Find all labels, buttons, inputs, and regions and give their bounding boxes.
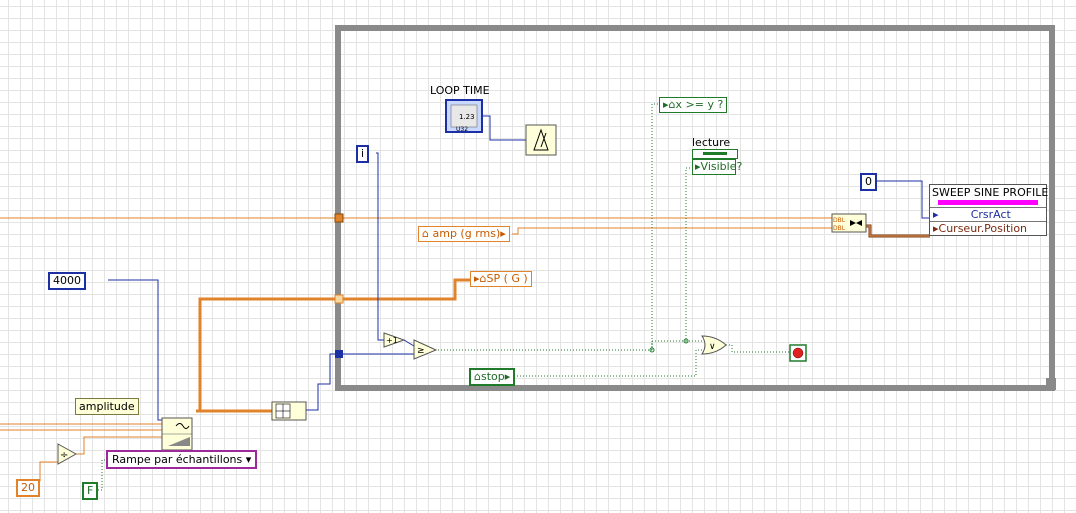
lecture-header-bar (692, 149, 738, 159)
wire-green-lecture (651, 167, 694, 350)
local-icon: ▸⌂ (474, 272, 487, 285)
orange-tunnel-2 (334, 294, 344, 304)
local-icon: ⌂ (474, 370, 481, 383)
ramp-generator-node[interactable] (161, 417, 193, 451)
bundle-tag-1: DBL (833, 217, 846, 224)
orange-tunnel-1 (334, 213, 344, 223)
lecture-green-bar (703, 152, 727, 155)
arrow-icon: ▸ (504, 370, 511, 383)
amp-local-variable[interactable]: ⌂ amp (g rms)▸ (418, 226, 510, 242)
wire-blue-looptime (482, 115, 526, 141)
ramp-ring-value: Rampe par échantillons (112, 453, 243, 466)
local-icon: ▸⌂ (663, 98, 676, 111)
wire-blue-array (306, 353, 414, 411)
increment-node[interactable]: +1 (383, 332, 406, 348)
loop-time-indicator-text: 1.23 (459, 113, 475, 121)
ramp-ring-constant[interactable]: Rampe par échantillons ▾ (106, 450, 258, 469)
zero-constant[interactable]: 0 (860, 173, 877, 191)
svg-text:+1: +1 (386, 336, 398, 345)
loop-time-type-tag: U32 (456, 126, 468, 133)
build-array-node[interactable] (271, 401, 307, 421)
or-node[interactable]: ∨ (701, 335, 727, 355)
local-icon: ⌂ (422, 227, 433, 240)
sweep-sine-property-node[interactable]: SWEEP SINE PROFILE ▸ CrsrAct ▸Curseur.Pos… (929, 184, 1049, 236)
sp-local-label: SP ( G ) (486, 272, 528, 285)
index-terminal[interactable]: i (356, 145, 370, 163)
wire-orange-left-b (0, 420, 163, 425)
svg-text:∨: ∨ (709, 342, 716, 352)
dropdown-arrow-icon: ▾ (242, 453, 252, 466)
wait-ms-node[interactable] (525, 124, 557, 156)
amplitude-label: amplitude (75, 398, 139, 415)
arrow-icon: ▸ (933, 208, 939, 221)
lecture-label: lecture (692, 136, 731, 149)
bundle-node[interactable]: DBL DBL (831, 213, 867, 233)
while-loop-tab-bottom-right (1046, 378, 1056, 390)
amp-local-label: amp (g rms) (432, 227, 501, 240)
sp-local-variable[interactable]: ▸⌂SP ( G ) (470, 271, 532, 287)
lecture-visible-row[interactable]: ▸Visible? (692, 159, 742, 175)
blue-wires (108, 115, 930, 421)
sweep-row-crsract[interactable]: ▸ CrsrAct (930, 207, 1046, 221)
wire-increment-out (403, 339, 415, 347)
svg-text:≥: ≥ (417, 346, 425, 356)
block-diagram-canvas: +1 ≥ ÷ ∨ 1.23 U32 DBL DBL (0, 25, 1056, 491)
arrow-icon: ▸ (500, 227, 506, 240)
sweep-magenta-bar (938, 200, 1038, 205)
wire-green-stop (514, 349, 703, 377)
svg-text:÷: ÷ (60, 450, 68, 461)
sweep-title: SWEEP SINE PROFILE (930, 185, 1049, 200)
lecture-property-node[interactable]: lecture ▸Visible? (692, 136, 742, 175)
compare-local-variable[interactable]: ▸⌂x >= y ? (659, 97, 728, 113)
loop-time-label: LOOP TIME (430, 84, 490, 97)
sweep-row-position[interactable]: ▸Curseur.Position (930, 221, 1046, 235)
wire-blue-i (376, 152, 384, 341)
lecture-visible-label: Visible? (700, 160, 743, 173)
wire-orange-amp (512, 227, 832, 235)
divisor-constant[interactable]: 20 (16, 479, 40, 497)
loop-time-indicator[interactable]: 1.23 U32 (445, 99, 483, 133)
wire-brown-position (866, 224, 930, 238)
false-constant[interactable]: F (82, 482, 99, 500)
sweep-row-position-label: Curseur.Position (938, 222, 1028, 235)
sweep-row-crsract-label: CrsrAct (970, 208, 1011, 221)
stop-local-label: stop (480, 370, 505, 383)
wire-orange-sp (196, 278, 470, 413)
count-constant[interactable]: 4000 (48, 272, 86, 290)
compare-local-label: x >= y ? (675, 98, 724, 111)
greater-equal-node[interactable]: ≥ (413, 339, 438, 360)
wire-green-to-stop (726, 344, 790, 353)
wire-orange-divisor (38, 461, 58, 482)
cluster-wire (866, 224, 930, 238)
bundle-tag-2: DBL (833, 225, 846, 232)
loop-stop-terminal[interactable] (789, 344, 807, 362)
stop-local-variable[interactable]: ⌂stop▸ (469, 368, 516, 386)
divide-node[interactable]: ÷ (57, 443, 78, 465)
wire-blue-zero (874, 180, 930, 219)
green-wires (98, 103, 790, 491)
